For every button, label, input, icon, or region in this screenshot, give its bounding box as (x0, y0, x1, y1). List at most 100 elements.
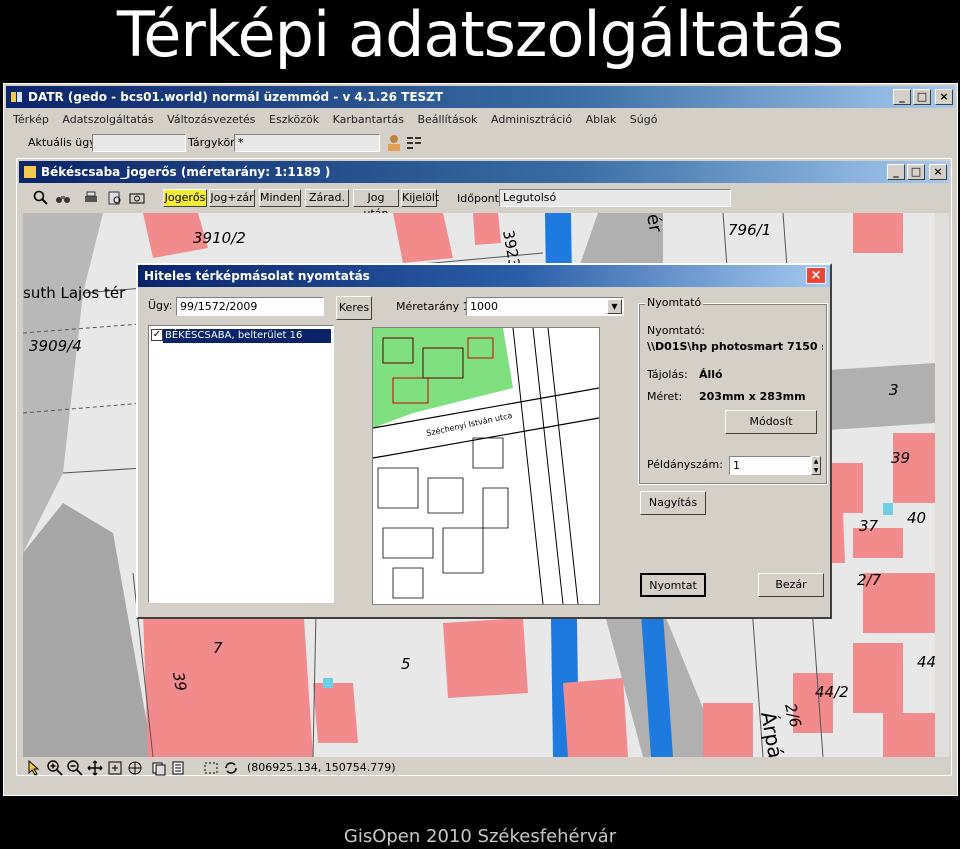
modify-button[interactable]: Módosít (725, 410, 817, 434)
camera-icon[interactable] (129, 190, 145, 206)
zoom-extent-icon[interactable] (107, 760, 123, 776)
copies-label: Példányszám: (647, 458, 723, 471)
scale-label: Méretarány 1: (396, 300, 474, 313)
map-maximize-button[interactable]: □ (907, 164, 925, 180)
menu-item-beallitasok[interactable]: Beállítások (417, 113, 477, 126)
map-toolbar: Jogerős Jog+zár Minden Zárad. Jog után K… (21, 187, 935, 220)
jog-utan-button[interactable]: Jog után (353, 189, 399, 220)
dialog-title: Hiteles térképmásolat nyomtatás (144, 269, 370, 283)
main-titlebar[interactable]: DATR (gedo - bcs01.world) normál üzemmód… (6, 86, 955, 108)
parcel-label: 796/1 (728, 221, 771, 239)
main-window-title: DATR (gedo - bcs01.world) normál üzemmód… (28, 90, 444, 104)
map-close-button[interactable]: × (929, 164, 947, 180)
pan-icon[interactable] (87, 760, 103, 776)
print-preview: Széchenyi István utca (372, 327, 600, 605)
scale-select[interactable]: 1000 ▼ (466, 297, 624, 316)
parcel-label: 7 (213, 639, 223, 657)
sheet-list[interactable]: ✓ BÉKÉSCSABA, belterület 16 (148, 325, 334, 603)
copies-spinner[interactable]: ▲ ▼ (811, 456, 821, 475)
parcel-label: 3909/4 (29, 337, 82, 355)
orientation-label: Tájolás: (647, 368, 688, 381)
case-label: Ügy: (148, 299, 173, 312)
current-case-field[interactable] (92, 134, 186, 152)
print-button[interactable]: Nyomtat (640, 573, 706, 597)
select-box-icon[interactable] (203, 760, 219, 776)
map-statusbar: (806925.134, 150754.779) (23, 759, 935, 777)
printer-group: Nyomtató Nyomtató: \\D01S\hp photosmart … (638, 296, 828, 485)
dialog-titlebar[interactable]: Hiteles térképmásolat nyomtatás × (138, 265, 830, 287)
menu-item-terkep[interactable]: Térkép (13, 113, 49, 126)
map-window-title: Békéscsaba_jogerős (méretarány: 1:1189 ) (41, 165, 331, 179)
minimize-button[interactable]: _ (893, 89, 911, 105)
parcel-label: 37 (859, 517, 879, 535)
pointer-icon[interactable] (27, 760, 41, 776)
maximize-button[interactable]: □ (913, 89, 931, 105)
parcel-label: 44/2 (815, 683, 849, 701)
time-label: Időpont: (457, 192, 503, 205)
parcel-label: 39 (891, 449, 910, 467)
parcel-label: 2/7 (857, 571, 882, 589)
search-button[interactable]: Keres (336, 296, 372, 320)
menu-item-sugo[interactable]: Súgó (630, 113, 658, 126)
user-icon[interactable] (386, 134, 402, 152)
menu-item-karbantartas[interactable]: Karbantartás (333, 113, 404, 126)
layers-icon[interactable] (151, 760, 167, 776)
zoom-button[interactable]: Nagyítás (640, 491, 706, 515)
zoom-in-icon[interactable] (47, 760, 63, 776)
orientation-value: Álló (699, 368, 723, 381)
menu-item-adatszolgaltatas[interactable]: Adatszolgáltatás (62, 113, 153, 126)
subject-label: Tárgykör: (188, 136, 239, 149)
printer-group-title: Nyomtató (645, 296, 704, 309)
coordinates-readout: (806925.134, 150754.779) (247, 761, 396, 774)
globe-icon[interactable] (127, 760, 143, 776)
map-vertical-scrollbar[interactable] (935, 213, 949, 757)
dialog-close-button[interactable]: × (806, 267, 826, 284)
size-label: Méret: (647, 390, 683, 403)
printer-label: Nyomtató: (647, 324, 705, 337)
grid-icon[interactable] (406, 134, 422, 152)
zoom-out-icon[interactable] (67, 760, 83, 776)
menu-item-ablak[interactable]: Ablak (586, 113, 617, 126)
jogeros-button[interactable]: Jogerős (163, 189, 207, 207)
kijelolt-button[interactable]: Kijelölt (401, 189, 439, 207)
copies-input[interactable]: 1 (729, 456, 811, 475)
minden-button[interactable]: Minden (259, 189, 301, 207)
parcel-label: 3910/2 (193, 229, 246, 247)
case-input[interactable]: 99/1572/2009 (176, 297, 324, 316)
print-dialog: Hiteles térképmásolat nyomtatás × Ügy: 9… (136, 263, 832, 619)
close-dialog-button[interactable]: Bezár (758, 573, 824, 597)
subject-field[interactable]: * (234, 134, 380, 152)
street-label: suth Lajos tér (23, 284, 126, 302)
parcel-label: 44/ (917, 653, 935, 671)
app-icon (11, 92, 22, 102)
map-window-icon (24, 166, 36, 178)
zarad-button[interactable]: Zárad. (305, 189, 349, 207)
time-field[interactable]: Legutolsó (499, 189, 731, 207)
parcel-label: 39 (169, 671, 190, 693)
close-button[interactable]: × (935, 89, 953, 105)
current-case-label: Aktuális ügy: (28, 136, 99, 149)
refresh-icon[interactable] (223, 760, 239, 776)
print-preview-icon[interactable] (107, 190, 123, 206)
parcel-label: 5 (401, 655, 411, 673)
case-toolbar: Aktuális ügy: Tárgykör: * (8, 132, 953, 154)
list-item[interactable]: BÉKÉSCSABA, belterület 16 (163, 329, 331, 343)
search-icon[interactable] (33, 190, 49, 206)
printer-icon[interactable] (83, 190, 99, 206)
list-icon[interactable] (171, 760, 187, 776)
slide-title: Térképi adatszolgáltatás (116, 0, 844, 71)
binoculars-icon[interactable] (55, 190, 71, 206)
map-titlebar[interactable]: Békéscsaba_jogerős (méretarány: 1:1189 )… (19, 161, 949, 183)
chevron-down-icon[interactable]: ▼ (607, 299, 622, 314)
jog-zar-button[interactable]: Jog+zár (209, 189, 255, 207)
menu-item-valtozasvezetes[interactable]: Változásvezetés (167, 113, 255, 126)
parcel-label: 40 (907, 509, 926, 527)
printer-value: \\D01S\hp photosmart 7150 serie (647, 340, 823, 353)
size-value: 203mm x 283mm (699, 390, 806, 403)
menu-bar: Térkép Adatszolgáltatás Változásvezetés … (8, 110, 953, 130)
map-minimize-button[interactable]: _ (887, 164, 905, 180)
scale-value: 1000 (470, 300, 498, 313)
menu-item-eszkozok[interactable]: Eszközök (269, 113, 319, 126)
sheet-checkbox[interactable]: ✓ (151, 329, 163, 341)
menu-item-adminisztracio[interactable]: Adminisztráció (491, 113, 572, 126)
